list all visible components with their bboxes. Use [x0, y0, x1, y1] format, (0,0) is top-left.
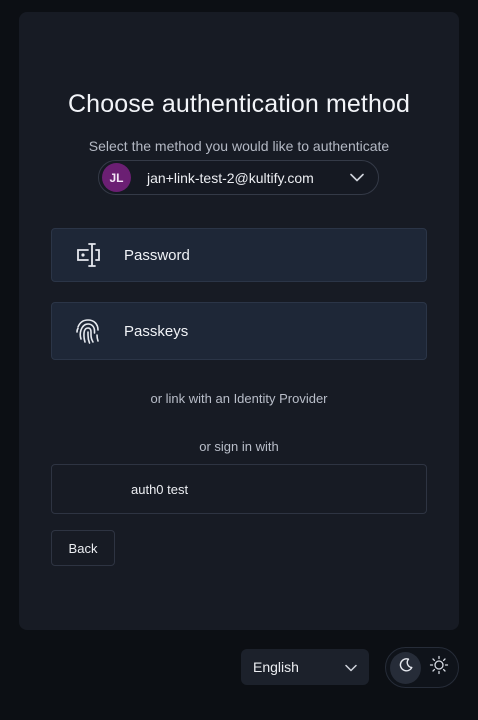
password-icon [52, 242, 124, 268]
password-method-button[interactable]: Password [51, 228, 427, 282]
dark-mode-button[interactable] [390, 651, 421, 684]
account-email: jan+link-test-2@kultify.com [147, 169, 314, 186]
account-selector[interactable]: JL jan+link-test-2@kultify.com [98, 160, 379, 195]
back-button[interactable]: Back [51, 530, 115, 566]
page-title: Choose authentication method [68, 90, 410, 118]
moon-icon [398, 657, 414, 678]
avatar: JL [102, 163, 131, 192]
chevron-down-icon[interactable] [342, 163, 372, 193]
passkeys-method-button[interactable]: Passkeys [51, 302, 427, 360]
sun-icon [429, 655, 449, 680]
theme-toggle [385, 647, 459, 688]
auth0-provider-button[interactable]: auth0 test [51, 464, 427, 514]
passkeys-method-label: Passkeys [124, 322, 189, 340]
login-card: Choose authentication method Select the … [19, 12, 459, 630]
password-method-label: Password [124, 246, 190, 264]
language-select[interactable]: English [241, 649, 369, 685]
sign-in-with-text: or sign in with [199, 439, 279, 454]
chevron-down-icon [345, 659, 357, 675]
fingerprint-icon [52, 317, 124, 345]
idp-divider-text: or link with an Identity Provider [150, 391, 328, 406]
language-value: English [253, 659, 299, 675]
auth0-provider-label: auth0 test [131, 481, 189, 497]
light-mode-button[interactable] [423, 652, 454, 684]
page-subtitle: Select the method you would like to auth… [88, 138, 390, 154]
